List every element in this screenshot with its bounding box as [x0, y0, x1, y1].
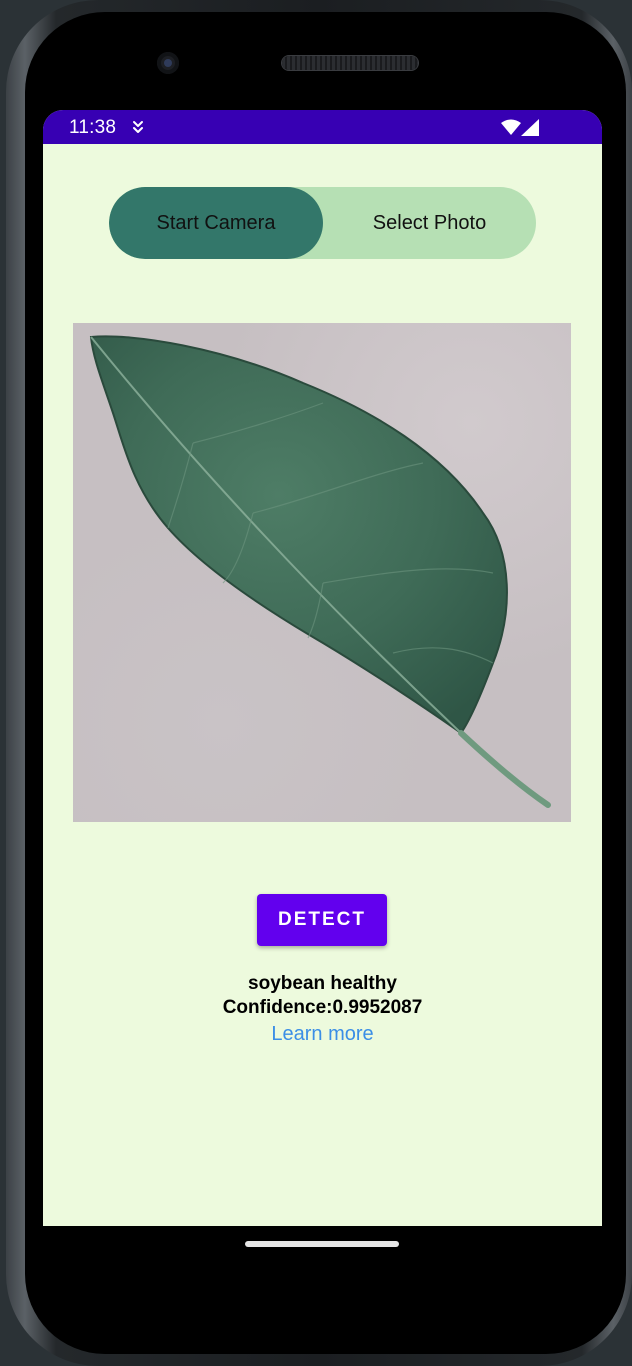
learn-more-link[interactable]: Learn more	[43, 1023, 602, 1046]
photo-source-toggle: Start Camera Select Photo	[109, 187, 536, 259]
status-bar: 11:38	[43, 110, 602, 144]
app-screen: 11:38 Start Camera Select Photo DETECT s…	[43, 110, 602, 1226]
wifi-icon	[501, 119, 521, 135]
result-confidence: Confidence:0.9952087	[222, 997, 423, 1018]
leaf-image	[89, 335, 551, 808]
download-arrow-icon	[133, 121, 143, 133]
navigation-bar	[43, 1226, 602, 1286]
cell-signal-icon	[521, 119, 539, 136]
home-gesture-handle[interactable]	[245, 1241, 399, 1247]
start-camera-button[interactable]: Start Camera	[109, 187, 323, 259]
earpiece-speaker	[282, 56, 418, 70]
status-time: 11:38	[69, 117, 117, 138]
front-camera	[157, 52, 179, 74]
select-photo-button[interactable]: Select Photo	[323, 187, 536, 259]
detect-button[interactable]: DETECT	[257, 894, 387, 946]
leaf-photo	[73, 323, 571, 822]
result-name: soybean healthy	[248, 973, 397, 994]
